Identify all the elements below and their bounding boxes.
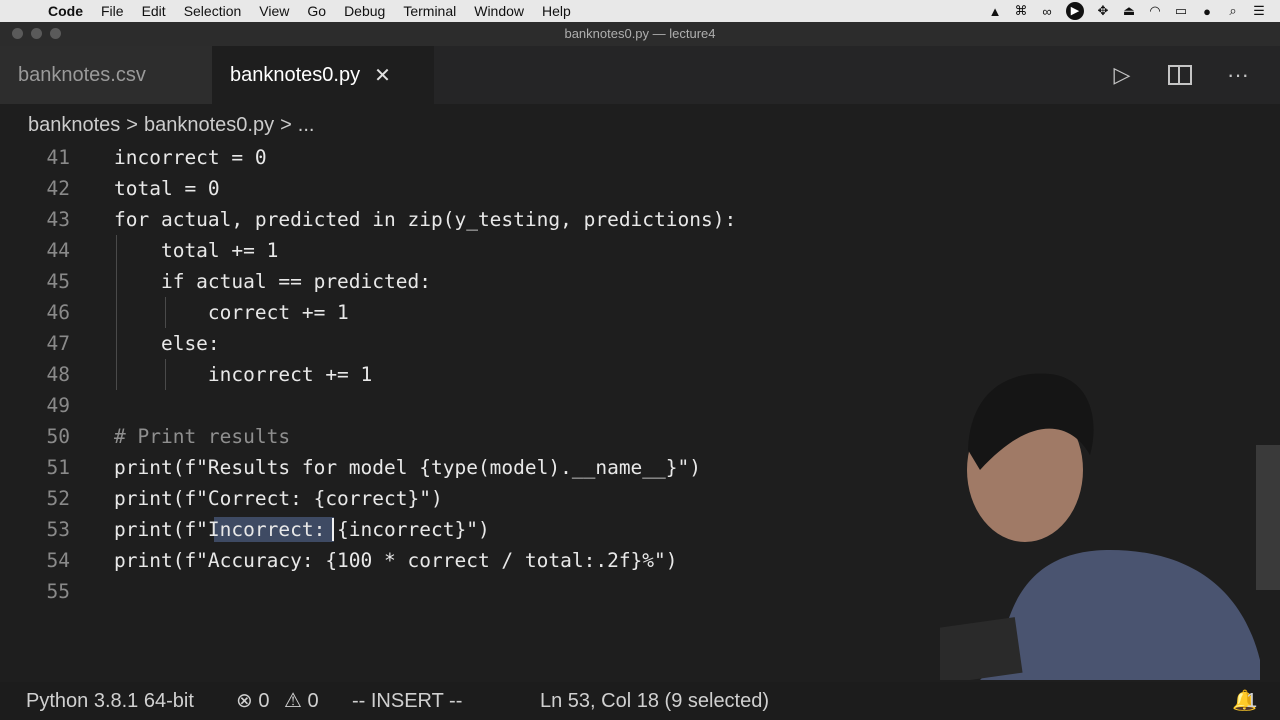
- line-text[interactable]: for actual, predicted in zip(y_testing, …: [114, 204, 736, 235]
- presenter-video-overlay: [940, 373, 1260, 680]
- menu-bar-status-area: ▲ ⌘ ∞ ▶ ✥ ⏏ ◠ ▭ ● ⌕ ☰: [988, 0, 1280, 22]
- warnings-count[interactable]: ⚠ 0: [284, 682, 319, 720]
- menu-code[interactable]: Code: [44, 0, 92, 22]
- line-text[interactable]: print(f"Results for model {type(model)._…: [114, 452, 701, 483]
- line-number: 44: [46, 239, 70, 262]
- line-number: 49: [46, 394, 70, 417]
- line-text[interactable]: # Print results: [114, 421, 290, 452]
- line-number: 51: [46, 456, 70, 479]
- more-actions-icon[interactable]: ···: [1226, 62, 1250, 88]
- line-number: 55: [46, 580, 70, 603]
- window-title-bar: banknotes0.py — lecture4: [0, 22, 1280, 46]
- code-line[interactable]: 44 total += 1: [0, 235, 1280, 266]
- text-cursor: [332, 518, 334, 541]
- line-number: 42: [46, 177, 70, 200]
- menu-debug[interactable]: Debug: [335, 0, 394, 22]
- laptop-icon: [940, 617, 1023, 680]
- run-file-icon[interactable]: ▷: [1110, 62, 1134, 88]
- macos-menu-bar: Code File Edit Selection View Go Debug T…: [0, 0, 1280, 22]
- breadcrumb-symbol[interactable]: ...: [298, 114, 315, 137]
- code-line[interactable]: 47 else:: [0, 328, 1280, 359]
- play-circle-icon[interactable]: ▶: [1066, 2, 1084, 20]
- code-line[interactable]: 45 if actual == predicted:: [0, 266, 1280, 297]
- errors-count[interactable]: ⊗ 0: [236, 682, 269, 720]
- menu-help[interactable]: Help: [533, 0, 580, 22]
- menu-selection[interactable]: Selection: [175, 0, 251, 22]
- window-title: banknotes0.py — lecture4: [564, 26, 716, 41]
- line-number: 52: [46, 487, 70, 510]
- code-line[interactable]: 46 correct += 1: [0, 297, 1280, 328]
- command-icon[interactable]: ⌘: [1014, 3, 1028, 19]
- line-text[interactable]: print(f"Incorrect: {incorrect}"): [114, 514, 490, 545]
- breadcrumb-folder[interactable]: banknotes: [28, 114, 120, 137]
- line-text[interactable]: correct += 1: [114, 297, 349, 328]
- line-text[interactable]: total += 1: [114, 235, 278, 266]
- menu-window[interactable]: Window: [465, 0, 533, 22]
- line-number: 46: [46, 301, 70, 324]
- menu-view[interactable]: View: [250, 0, 298, 22]
- editor-actions: ▷ ···: [1110, 46, 1250, 104]
- line-text[interactable]: total = 0: [114, 173, 220, 204]
- line-text[interactable]: if actual == predicted:: [114, 266, 431, 297]
- chevron-right-icon: >: [126, 113, 138, 136]
- tab-banknotes-csv[interactable]: banknotes.csv: [0, 46, 212, 104]
- menu-go[interactable]: Go: [298, 0, 335, 22]
- line-text[interactable]: incorrect = 0: [114, 142, 267, 173]
- docker-icon[interactable]: ▲: [988, 4, 1002, 19]
- line-number: 53: [46, 518, 70, 541]
- status-bar: Python 3.8.1 64-bit ⊗ 0 ⚠ 0 -- INSERT --…: [0, 682, 1280, 720]
- python-interpreter[interactable]: Python 3.8.1 64-bit: [26, 682, 194, 720]
- line-text[interactable]: print(f"Accuracy: {100 * correct / total…: [114, 545, 678, 576]
- close-tab-icon[interactable]: ✕: [374, 63, 391, 88]
- search-icon[interactable]: ⌕: [1226, 3, 1240, 19]
- line-text[interactable]: print(f"Correct: {correct}"): [114, 483, 443, 514]
- vim-mode: -- INSERT --: [352, 690, 463, 712]
- line-number: 47: [46, 332, 70, 355]
- menu-file[interactable]: File: [92, 0, 133, 22]
- split-editor-icon[interactable]: [1168, 65, 1192, 85]
- notifications-count[interactable]: 1: [1246, 682, 1257, 720]
- glasses-icon[interactable]: ∞: [1040, 4, 1054, 19]
- tab-banknotes0-py[interactable]: banknotes0.py ✕: [212, 46, 434, 104]
- presenter-shirt: [980, 550, 1260, 680]
- line-number: 54: [46, 549, 70, 572]
- chevron-right-icon: >: [280, 113, 292, 136]
- line-number: 48: [46, 363, 70, 386]
- user-icon[interactable]: ●: [1200, 4, 1214, 19]
- move-icon[interactable]: ✥: [1096, 3, 1110, 19]
- menu-terminal[interactable]: Terminal: [394, 0, 465, 22]
- line-number: 41: [46, 146, 70, 169]
- code-line[interactable]: 43 for actual, predicted in zip(y_testing…: [0, 204, 1280, 235]
- wifi-icon[interactable]: ◠: [1148, 3, 1162, 19]
- code-line[interactable]: 41 incorrect = 0: [0, 142, 1280, 173]
- cursor-position[interactable]: Ln 53, Col 18 (9 selected): [540, 682, 769, 720]
- line-number: 45: [46, 270, 70, 293]
- editor-tab-bar: banknotes.csv banknotes0.py ✕ ▷ ···: [0, 46, 1280, 104]
- code-line[interactable]: 42 total = 0: [0, 173, 1280, 204]
- line-number: 50: [46, 425, 70, 448]
- breadcrumb-file[interactable]: banknotes0.py: [144, 114, 274, 137]
- eject-icon[interactable]: ⏏: [1122, 3, 1136, 19]
- line-text[interactable]: else:: [114, 328, 220, 359]
- battery-icon[interactable]: ▭: [1174, 3, 1188, 19]
- menu-edit[interactable]: Edit: [133, 0, 175, 22]
- list-icon[interactable]: ☰: [1252, 3, 1266, 19]
- line-number: 43: [46, 208, 70, 231]
- line-text[interactable]: incorrect += 1: [114, 359, 372, 390]
- tab-label: banknotes.csv: [18, 63, 146, 86]
- breadcrumb: banknotes > banknotes0.py > ...: [28, 112, 314, 138]
- tab-label: banknotes0.py: [230, 63, 361, 86]
